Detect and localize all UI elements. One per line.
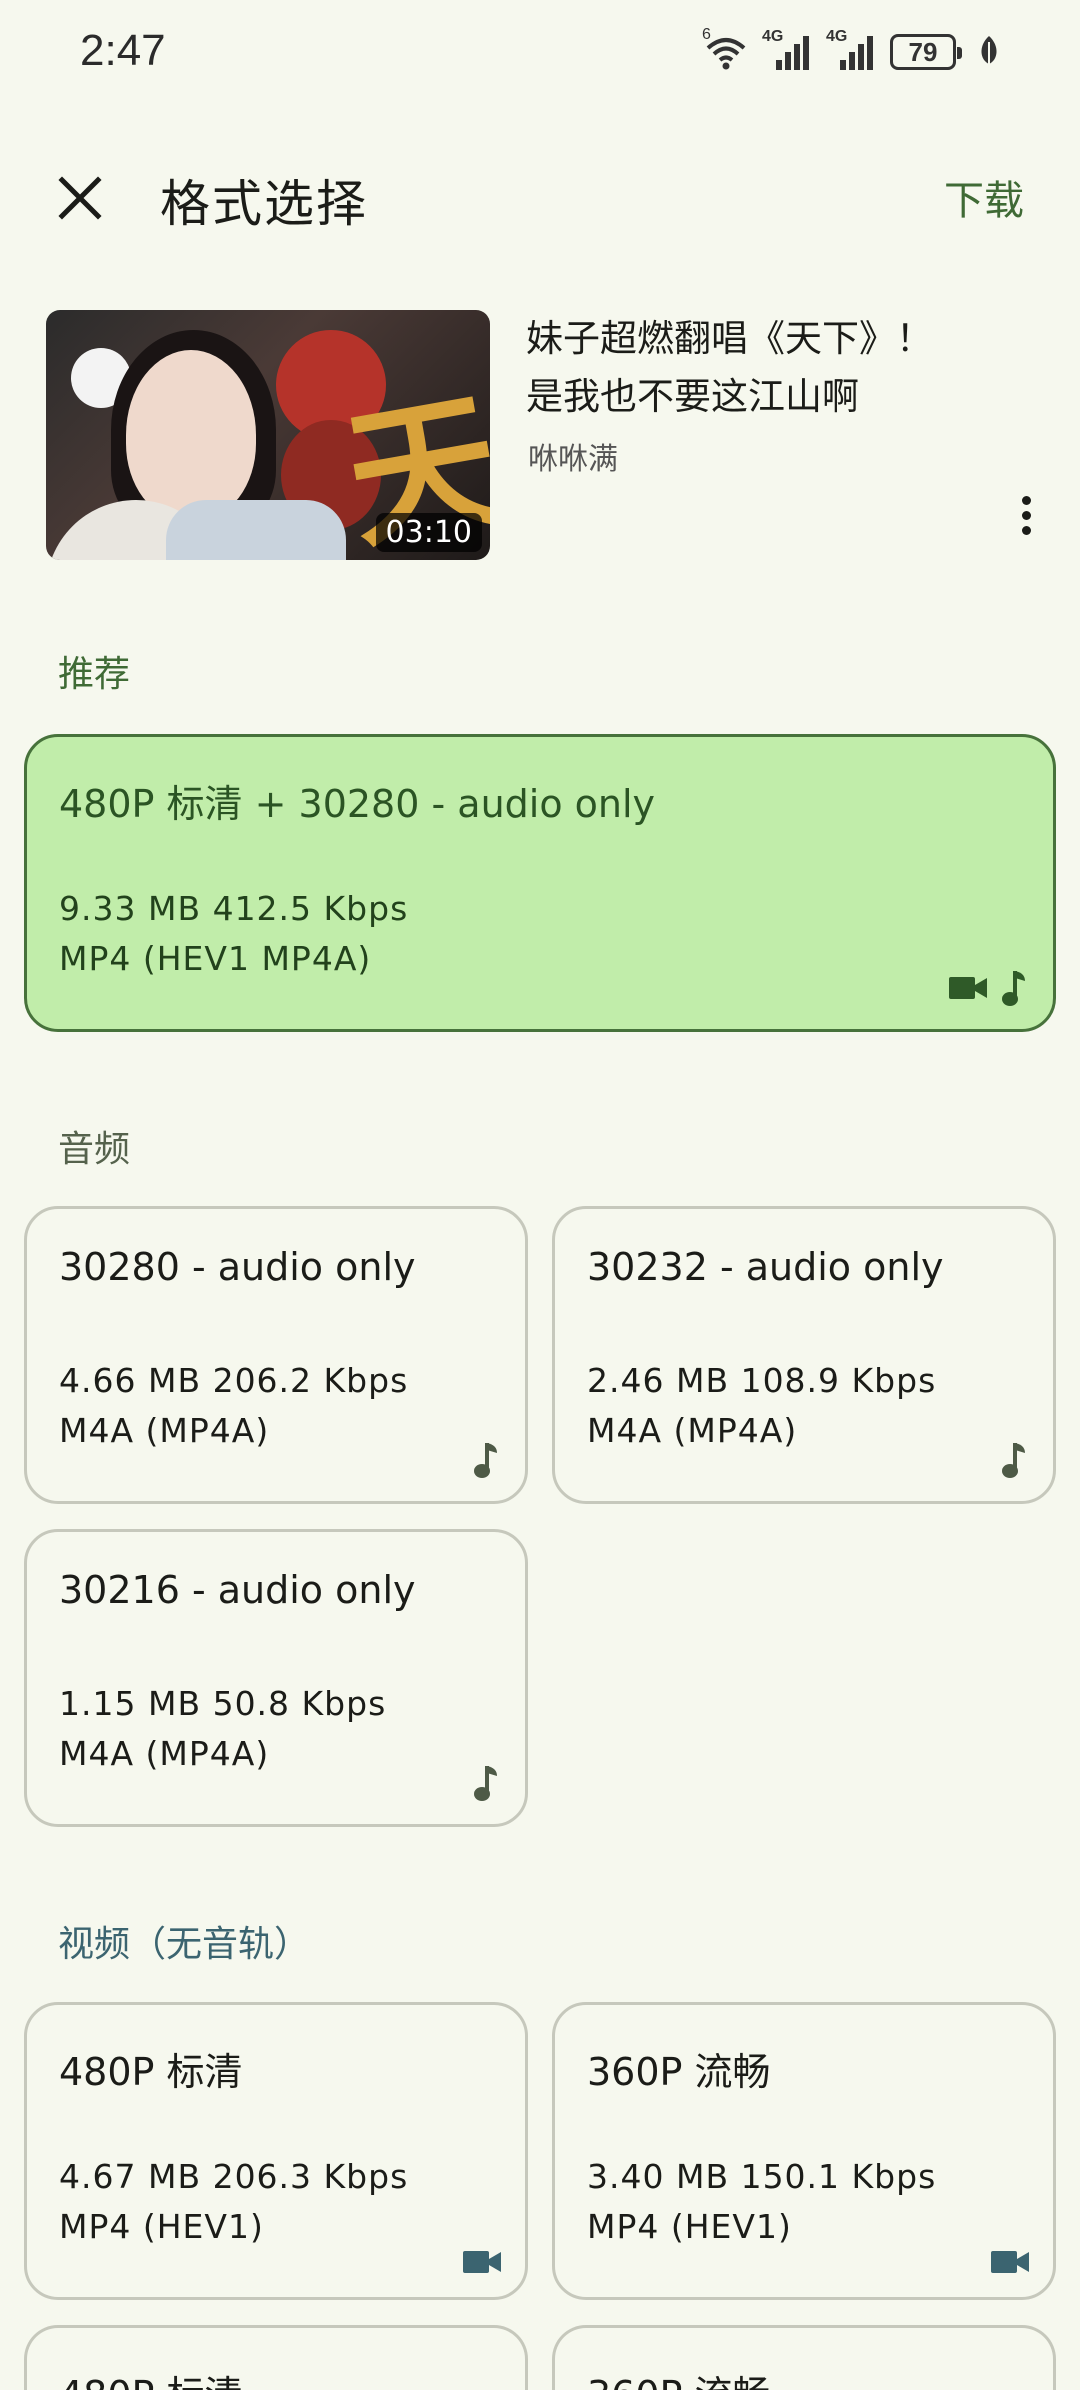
cell-signal-icon: 4G [762,28,814,72]
format-title: 360P 流畅 [587,2050,771,2094]
cell-signal-icon-2: 4G [826,28,878,72]
format-size: 2.46 MB 108.9 Kbps [587,1361,937,1400]
format-size: 1.15 MB 50.8 Kbps [59,1684,387,1723]
format-card-video[interactable]: 360P 流畅 3.40 MB 150.1 Kbps MP4 (HEV1) [552,2002,1056,2300]
format-codec: MP4 (HEV1) [587,2207,792,2246]
video-author: 咻咻满 [528,442,618,477]
format-size: 3.40 MB 150.1 Kbps [587,2157,937,2196]
video-camera-icon [463,2251,501,2273]
format-size: 9.33 MB 412.5 Kbps [59,889,409,928]
battery-icon: 79 [890,34,962,70]
format-codec: MP4 (HEV1) [59,2207,264,2246]
download-button[interactable]: 下载 [944,168,1024,226]
close-icon [58,176,102,220]
music-note-icon [474,1766,497,1801]
music-note-icon [1002,971,1025,1006]
video-title: 妹子超燃翻唱《天下》！ 是我也不要这江山啊 [526,317,933,418]
format-title: 30232 - audio only [587,1245,944,1289]
format-card-audio[interactable]: 30232 - audio only 2.46 MB 108.9 Kbps M4… [552,1206,1056,1504]
status-bar: 2:47 6 4G 4G 79 [0,0,1080,110]
section-recommended: 推荐 [58,654,131,695]
format-card-audio[interactable]: 30216 - audio only 1.15 MB 50.8 Kbps M4A… [24,1529,528,1827]
close-button[interactable] [50,168,110,228]
page-title: 格式选择 [160,175,368,233]
status-icons: 6 4G 4G 79 [702,26,1000,74]
video-info: 天 03:10 妹子超燃翻唱《天下》！ 是我也不要这江山啊 咻咻满 [46,310,1046,562]
video-duration: 03:10 [375,513,482,552]
format-codec: M4A (MP4A) [59,1411,270,1450]
music-note-icon [474,1443,497,1478]
format-title: 30280 - audio only [59,1245,416,1289]
top-app-bar: 格式选择 下载 [0,150,1080,240]
format-icons [949,969,1029,1007]
format-title: 480P 标清 + 30280 - audio only [59,782,656,826]
format-title: 480P 标清 [59,2364,243,2390]
music-note-icon [1002,1443,1025,1478]
section-audio: 音频 [58,1129,131,1170]
wifi-icon: 6 [702,26,750,72]
format-title: 30216 - audio only [59,1568,416,1612]
format-card-recommended[interactable]: 480P 标清 + 30280 - audio only 9.33 MB 412… [24,734,1056,1032]
format-size: 4.66 MB 206.2 Kbps [59,1361,409,1400]
status-time: 2:47 [80,26,166,75]
format-size: 4.67 MB 206.3 Kbps [59,2157,409,2196]
format-codec: M4A (MP4A) [59,1734,270,1773]
format-card-video[interactable]: 360P 流畅 [552,2325,1056,2390]
leaf-icon [978,34,1000,70]
video-camera-icon [949,977,987,999]
format-card-audio[interactable]: 30280 - audio only 4.66 MB 206.2 Kbps M4… [24,1206,528,1504]
format-card-video[interactable]: 480P 标清 4.67 MB 206.3 Kbps MP4 (HEV1) [24,2002,528,2300]
more-vert-icon [1021,495,1031,505]
more-options-button[interactable] [1006,490,1046,540]
format-title: 480P 标清 [59,2050,243,2094]
video-thumbnail[interactable]: 天 03:10 [46,310,490,560]
video-camera-icon [991,2251,1029,2273]
format-card-video[interactable]: 480P 标清 [24,2325,528,2390]
section-video-only: 视频（无音轨） [58,1924,311,1965]
format-title: 360P 流畅 [587,2364,771,2390]
format-codec: MP4 (HEV1 MP4A) [59,939,372,978]
format-codec: M4A (MP4A) [587,1411,798,1450]
